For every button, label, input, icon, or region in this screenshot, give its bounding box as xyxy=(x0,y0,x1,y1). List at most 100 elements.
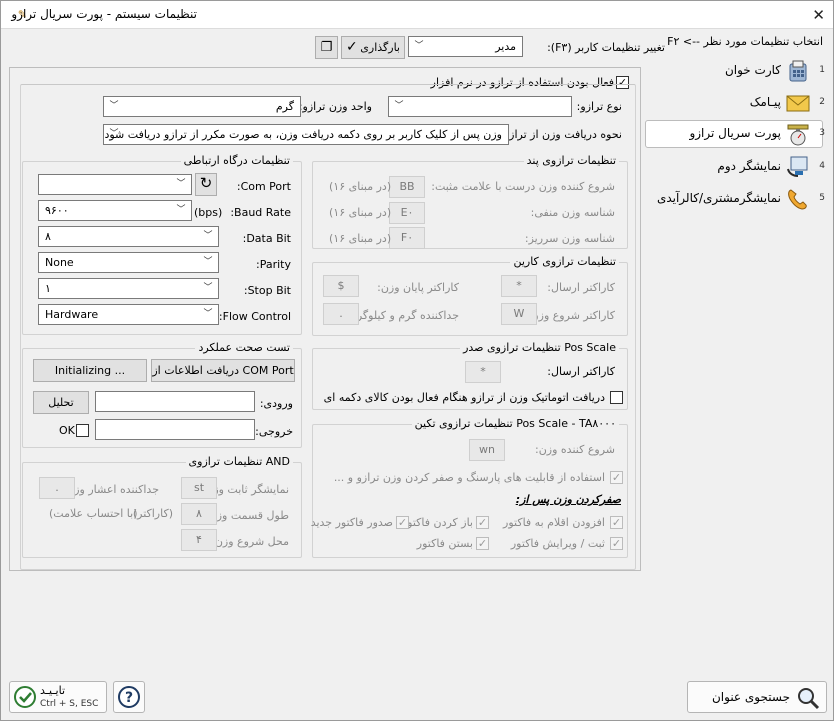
stop-bit-value: ۱ xyxy=(45,282,51,295)
confirm-check-icon xyxy=(14,686,36,708)
pand-neg-value: E۰ xyxy=(400,206,414,219)
pand-scale-group: تنظیمات ترازوی پند شروع کننده وزن درست ب… xyxy=(312,154,628,249)
karin-sep-label: جداکننده گرم و کیلوگرم: xyxy=(346,309,459,322)
second-display-icon xyxy=(787,156,808,177)
posscale-auto-label: دریافت اتوماتیک وزن از ترازو هنگام فعال … xyxy=(323,391,605,404)
opt-open-invoice-checkbox[interactable] xyxy=(476,516,489,529)
help-button[interactable]: ? xyxy=(113,681,145,713)
karin-end-value: $ xyxy=(337,279,345,292)
karin-sep-value: . xyxy=(339,307,343,320)
reload-button[interactable]: بارگذاری ✓ xyxy=(341,36,405,59)
input-field[interactable] xyxy=(95,391,255,412)
karin-start-field[interactable]: W xyxy=(501,303,537,325)
takin-title: تنظیمات ترازوی تکین Pos Scale - TA۸۰۰۰ xyxy=(411,417,619,430)
comm-settings-group: تنظیمات درگاه ارتباطی Com Port: ﹀ ↻ Baud… xyxy=(22,154,302,335)
chevron-down-icon: ﹀ xyxy=(109,129,119,139)
com-port-select[interactable]: ﹀ xyxy=(38,174,192,195)
karin-sep-field[interactable]: . xyxy=(323,303,359,325)
scale-type-select[interactable]: ﹀ xyxy=(388,96,572,117)
and-start-field[interactable]: ۴ xyxy=(181,529,217,551)
checkmark-icon: ✓ xyxy=(346,39,358,55)
pand-over-field[interactable]: F۰ xyxy=(389,227,425,249)
takin-start-field[interactable]: wn xyxy=(469,439,505,461)
sidebar-item-num: 4 xyxy=(819,161,825,171)
chevron-down-icon: ﹀ xyxy=(203,231,213,241)
sidebar-item-second-display[interactable]: 4 نمایشگر دوم xyxy=(645,153,833,181)
sidebar-item-sms[interactable]: 2 پیـامک xyxy=(645,89,833,117)
karin-send-value: * xyxy=(516,279,522,292)
sidebar-item-card-reader[interactable]: 1 کارت خوان xyxy=(645,57,833,85)
sidebar-item-customer-display[interactable]: 5 نمایشگرمشتری/کالرآیدی xyxy=(645,185,833,213)
analyze-button[interactable]: تحلیل xyxy=(33,391,89,414)
receive-mode-select[interactable]: وزن پس از کلیک کاربر بر روی دکمه دریافت … xyxy=(103,124,509,145)
pand-over-value: F۰ xyxy=(400,231,414,244)
confirm-shortcut: Ctrl + S, ESC xyxy=(40,699,99,709)
opt-close-invoice-checkbox[interactable] xyxy=(476,537,489,550)
search-title-button[interactable]: جستجوی عنوان xyxy=(687,681,827,713)
test-group: تست صحت عملکرد دریافت اطلاعات از COM Por… xyxy=(22,341,302,448)
posscale-send-field[interactable]: * xyxy=(465,361,501,383)
stop-bit-select[interactable]: ۱ ﹀ xyxy=(38,278,219,299)
analyze-label: تحلیل xyxy=(48,396,74,409)
parity-label: Parity: xyxy=(256,258,291,271)
karin-send-field[interactable]: * xyxy=(501,275,537,297)
karin-start-label: کاراکتر شروع وزن: xyxy=(526,309,615,322)
sidebar-item-num: 2 xyxy=(819,97,825,107)
karin-send-label: کاراکتر ارسال: xyxy=(547,281,615,294)
confirm-button[interactable]: تایـیـد Ctrl + S, ESC xyxy=(9,681,107,713)
sidebar-item-label: نمایشگرمشتری/کالرآیدی xyxy=(656,191,781,205)
pand-neg-field[interactable]: E۰ xyxy=(389,202,425,224)
pand-start-label: شروع کننده وزن درست با علامت مثبت: xyxy=(431,180,615,193)
output-label: خروجی: xyxy=(255,425,293,438)
and-scale-title: تنظیمات ترازوی AND xyxy=(185,455,293,468)
com-port-label: Com Port: xyxy=(236,180,291,193)
and-length-value: ۸ xyxy=(196,507,202,520)
window-title: تنظیمات سیستم - پورت سریال ترازو xyxy=(11,7,197,21)
baud-rate-unit: (bps) xyxy=(194,206,223,219)
flow-control-select[interactable]: Hardware ﹀ xyxy=(38,304,219,325)
pand-start-field[interactable]: BB xyxy=(389,176,425,198)
refresh-icon: ↻ xyxy=(199,174,213,192)
user-select[interactable]: مدیر ﹀ xyxy=(408,36,523,57)
chevron-down-icon: ﹀ xyxy=(203,283,213,293)
scale-type-label: نوع ترازو: xyxy=(576,100,622,113)
output-field[interactable] xyxy=(95,419,255,440)
chevron-down-icon: ﹀ xyxy=(414,41,424,51)
and-scale-group: تنظیمات ترازوی AND نمایشگر ثابت وزن: st … xyxy=(22,455,302,558)
opt-save-edit-checkbox[interactable] xyxy=(610,537,623,550)
flow-control-value: Hardware xyxy=(45,308,99,321)
refresh-button[interactable]: ↻ xyxy=(195,173,217,196)
and-fixed-field[interactable]: st xyxy=(181,477,217,499)
initializing-button[interactable]: Initializing ... xyxy=(33,359,147,382)
test-title: تست صحت عملکرد xyxy=(195,341,293,354)
settings-window: ✎ تنظیمات سیستم - پورت سریال ترازو ✕ F۲ … xyxy=(0,0,834,721)
opt-close-invoice-label: بستن فاکتور xyxy=(416,537,473,550)
karin-end-field[interactable]: $ xyxy=(323,275,359,297)
and-decimal-field[interactable]: . xyxy=(39,477,75,499)
settings-panel: فعال بودن استفاده از ترازو در نرم افزار … xyxy=(9,67,641,571)
pand-over-label: شناسه وزن سرریز: xyxy=(524,232,615,245)
fetch-com-port-button[interactable]: دریافت اطلاعات از COM Port xyxy=(151,359,295,382)
karin-start-value: W xyxy=(513,307,525,320)
baud-rate-select[interactable]: ۹۶۰۰ ﹀ xyxy=(38,200,192,221)
parity-select[interactable]: None ﹀ xyxy=(38,252,219,273)
karin-scale-title: تنظیمات ترازوی کارین xyxy=(510,255,619,268)
ok-checkbox[interactable] xyxy=(76,424,89,437)
opt-new-invoice-checkbox[interactable] xyxy=(396,516,409,529)
and-length-field[interactable]: ۸ xyxy=(181,503,217,525)
copy-button[interactable]: ❐ xyxy=(315,36,338,59)
opt-save-edit-label: ثبت / ویرایش فاکتور xyxy=(510,537,605,550)
sidebar-item-label: نمایشگر دوم xyxy=(717,159,781,173)
sidebar-item-serial-scale[interactable]: 3 پورت سریال ترازو xyxy=(645,120,833,148)
close-icon[interactable]: ✕ xyxy=(812,6,825,24)
opt-open-invoice-label: باز کردن فاکتور xyxy=(401,516,473,529)
and-fixed-value: st xyxy=(193,481,205,494)
data-bit-select[interactable]: ۸ ﹀ xyxy=(38,226,219,247)
weight-unit-select[interactable]: گرم ﹀ xyxy=(103,96,301,117)
svg-text:?: ? xyxy=(125,690,133,706)
pand-scale-title: تنظیمات ترازوی پند xyxy=(523,154,619,167)
takin-parsing-checkbox[interactable] xyxy=(610,471,623,484)
posscale-auto-checkbox[interactable] xyxy=(610,391,623,404)
pand-neg-label: شناسه وزن منفی: xyxy=(530,206,615,219)
opt-add-items-checkbox[interactable] xyxy=(610,516,623,529)
